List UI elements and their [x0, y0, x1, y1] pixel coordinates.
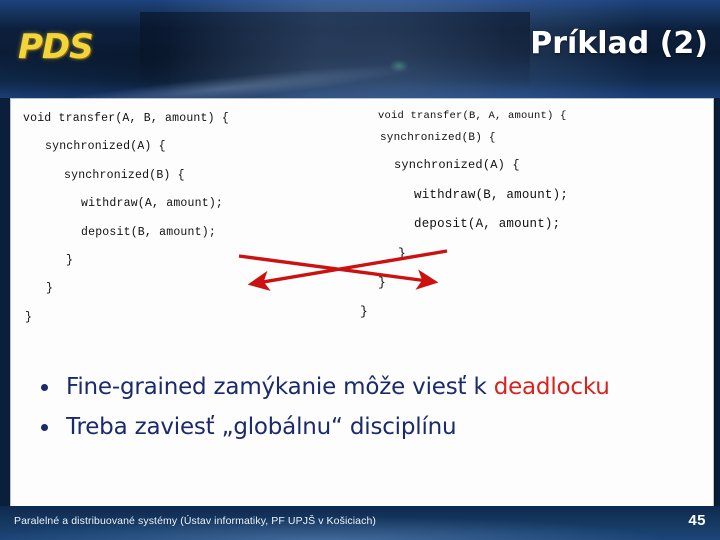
- list-item: Fine-grained zamýkanie môže viesť k dead…: [31, 374, 711, 401]
- bullet-dot-icon: [41, 384, 48, 391]
- code-line: }: [25, 310, 33, 324]
- bullet-text: Treba zaviesť „globálnu“ disciplínu: [66, 413, 457, 441]
- slide-header-banner: PDS Príklad (2): [0, 0, 720, 98]
- bullet-dot-icon: [41, 423, 48, 431]
- slide-footer: Paralelné a distribuované systémy (Ústav…: [0, 506, 720, 540]
- code-line: void transfer(B, A, amount) {: [378, 110, 567, 122]
- code-line: synchronized(A) {: [45, 140, 166, 154]
- bullet-text-prefix: Fine-grained zamýkanie môže viesť k: [66, 374, 494, 400]
- code-block-thread-2: void transfer(B, A, amount) { synchronize…: [360, 105, 706, 326]
- code-line: withdraw(A, amount);: [81, 197, 224, 211]
- code-line: synchronized(B) {: [64, 168, 185, 182]
- code-block-thread-1: void transfer(A, B, amount) { synchronize…: [23, 105, 353, 332]
- code-line: }: [66, 254, 74, 268]
- code-line: withdraw(B, amount);: [414, 188, 569, 202]
- content-panel: void transfer(A, B, amount) { synchronize…: [10, 98, 714, 508]
- code-line: }: [46, 282, 54, 296]
- bullet-list: Fine-grained zamýkanie môže viesť k dead…: [31, 374, 711, 455]
- page-number: 45: [688, 512, 706, 529]
- pds-logo: PDS: [18, 27, 94, 67]
- bullet-text-highlight: deadlocku: [493, 374, 610, 400]
- code-line: synchronized(A) {: [394, 158, 520, 172]
- bullet-text-prefix: Treba zaviesť „globálnu“ disciplínu: [66, 413, 457, 440]
- list-item: Treba zaviesť „globálnu“ disciplínu: [31, 413, 711, 441]
- code-line: void transfer(A, B, amount) {: [23, 112, 229, 125]
- code-line: }: [378, 275, 387, 290]
- page-title: Príklad (2): [530, 26, 708, 61]
- footer-attribution: Paralelné a distribuované systémy (Ústav…: [14, 515, 376, 527]
- code-line: synchronized(B) {: [380, 132, 496, 144]
- code-line: deposit(B, amount);: [81, 225, 216, 239]
- code-line: }: [360, 304, 369, 319]
- code-line: }: [398, 246, 407, 261]
- code-line: deposit(A, amount);: [414, 217, 561, 231]
- bullet-text: Fine-grained zamýkanie môže viesť k dead…: [66, 374, 610, 401]
- header-green-glow-dot: [390, 60, 408, 72]
